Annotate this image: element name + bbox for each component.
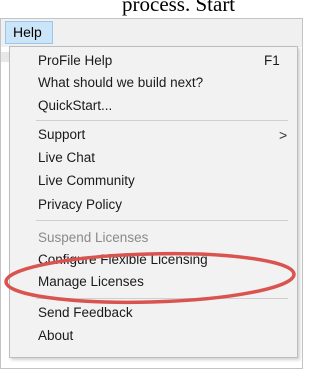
menu-help[interactable]: Help: [5, 21, 53, 44]
menu-item-privacy-policy[interactable]: Privacy Policy: [38, 195, 122, 215]
menu-item-about[interactable]: About: [38, 326, 73, 346]
document-text-fragment: process. Start: [122, 0, 236, 16]
toolbar-edge: [1, 52, 9, 62]
menu-separator: [36, 220, 288, 221]
menu-item-configure-flexible-licensing[interactable]: Configure Flexible Licensing: [38, 250, 208, 270]
menu-separator: [36, 298, 288, 299]
shortcut-f1: F1: [264, 53, 280, 68]
chevron-right-icon: >: [279, 127, 288, 143]
menu-separator: [36, 120, 288, 121]
menu-item-quickstart[interactable]: QuickStart...: [38, 96, 112, 116]
menu-item-live-community[interactable]: Live Community: [38, 171, 135, 191]
menu-bar: Help: [1, 19, 302, 47]
menu-item-live-chat[interactable]: Live Chat: [38, 148, 95, 168]
menu-item-suspend-licenses: Suspend Licenses: [38, 230, 149, 245]
menu-item-support[interactable]: Support: [38, 125, 85, 145]
menu-item-profile-help[interactable]: ProFile Help: [38, 51, 112, 71]
menu-item-what-should-we-build-next[interactable]: What should we build next?: [38, 73, 203, 93]
menu-item-manage-licenses[interactable]: Manage Licenses: [38, 272, 144, 292]
menu-item-send-feedback[interactable]: Send Feedback: [38, 303, 133, 323]
